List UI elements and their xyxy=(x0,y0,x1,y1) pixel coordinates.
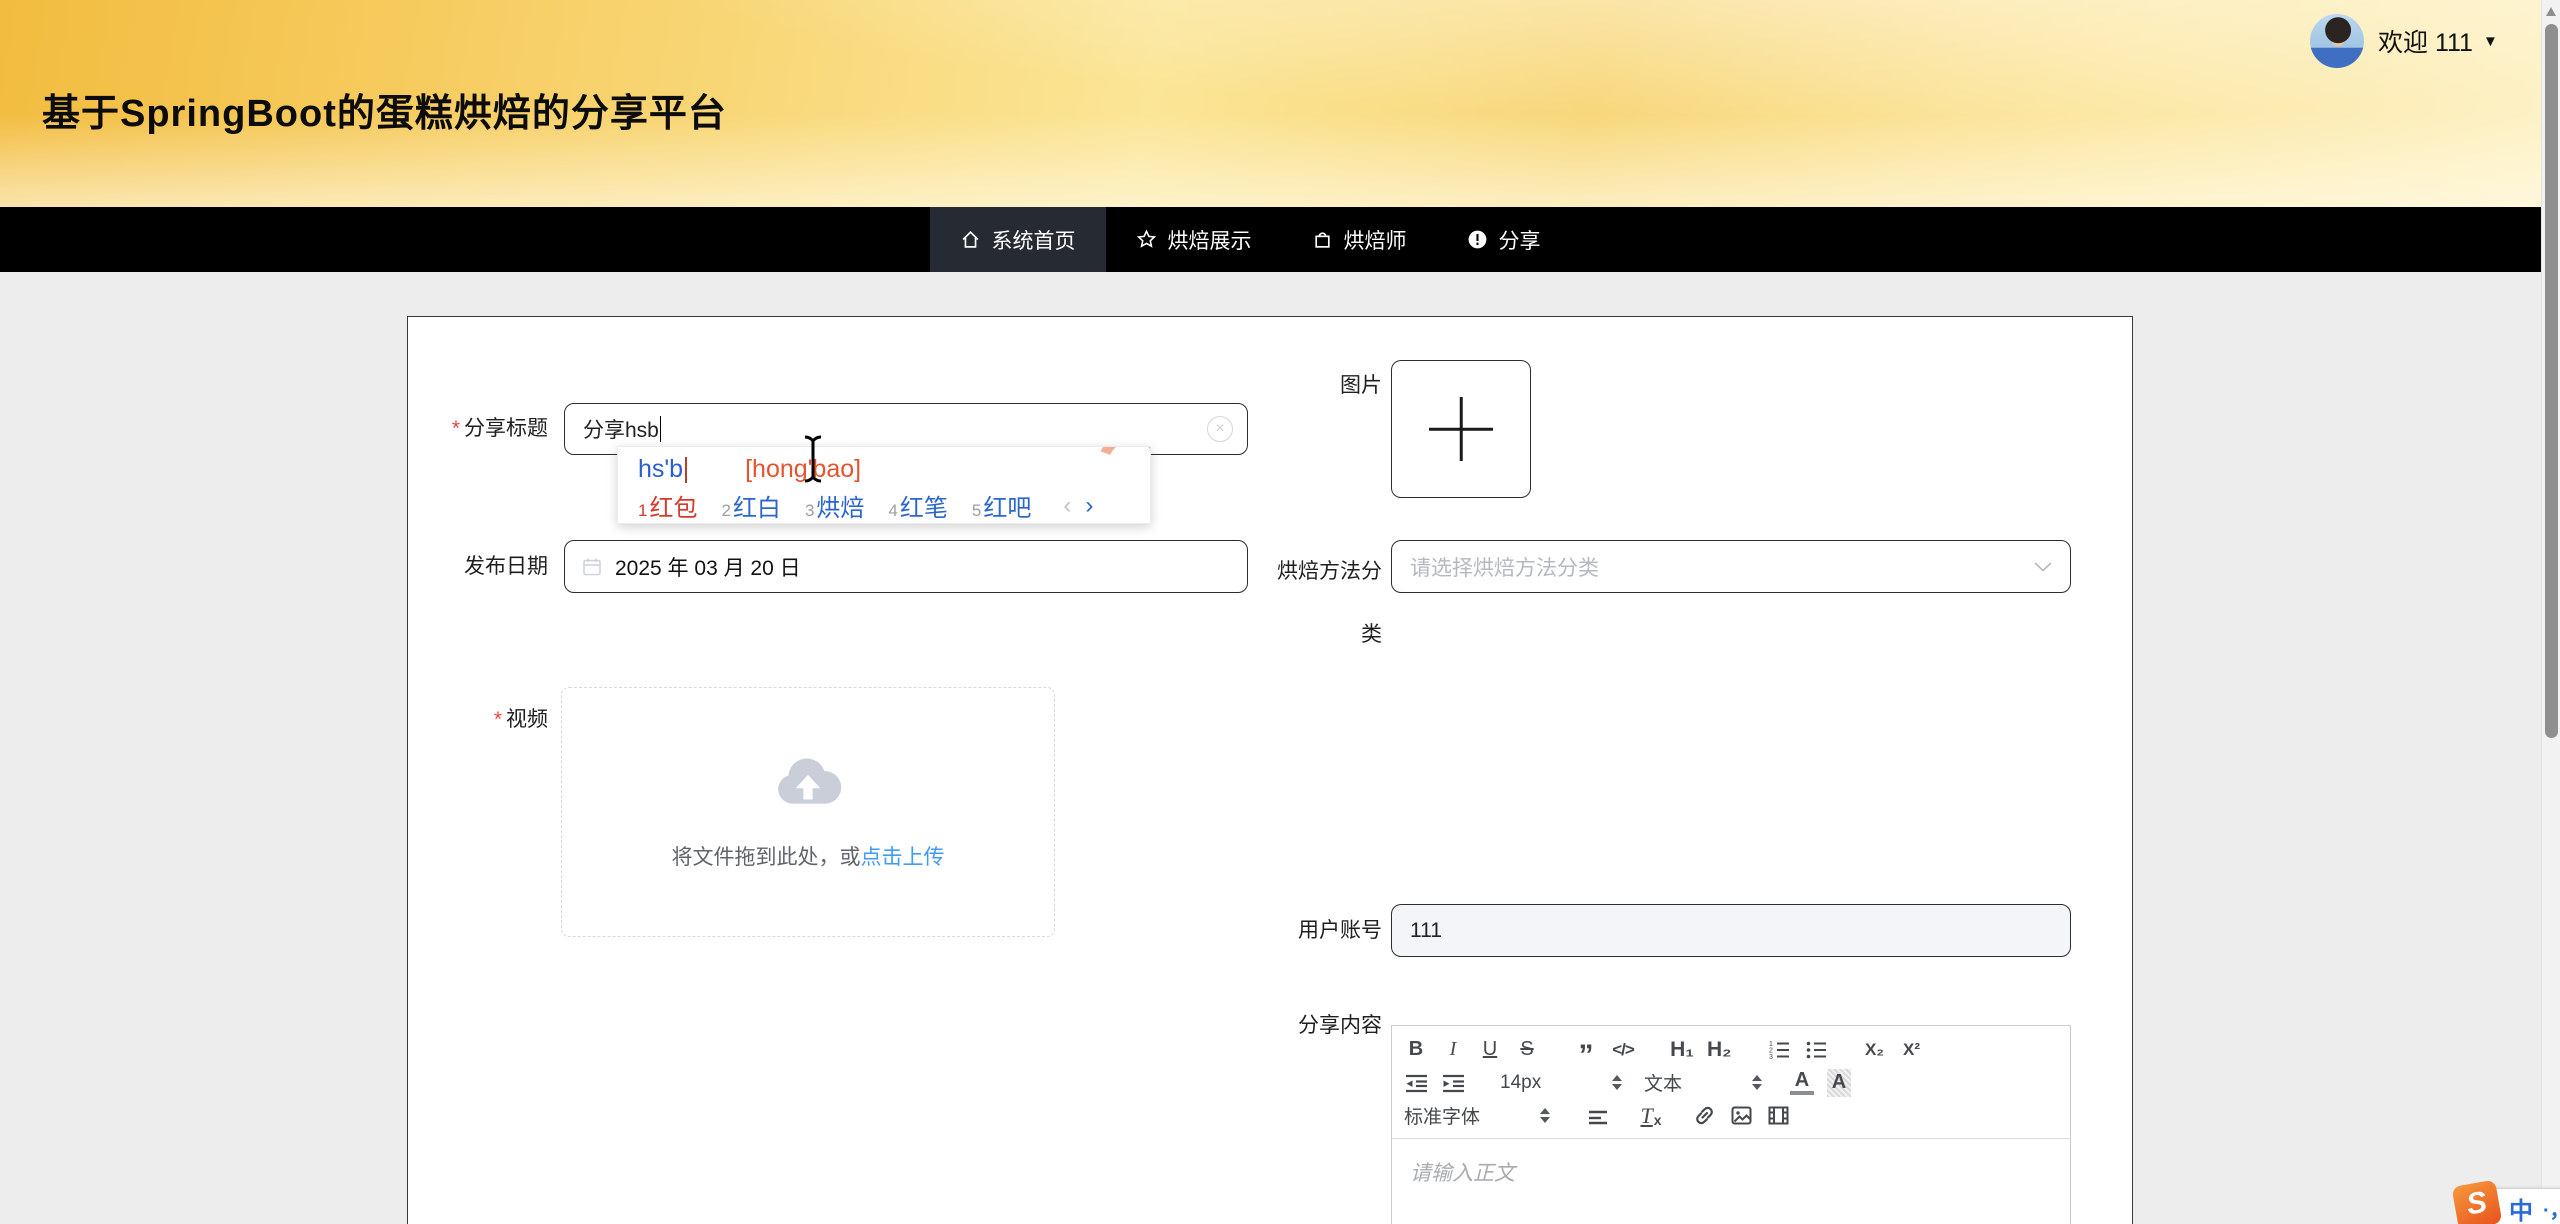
nav-item-bake-display[interactable]: 烘焙展示 xyxy=(1106,207,1282,272)
click-upload-link[interactable]: 点击上传 xyxy=(861,846,945,869)
nav-item-baker[interactable]: 烘焙师 xyxy=(1282,207,1437,272)
nav-item-label: 系统首页 xyxy=(992,225,1076,255)
page-title: 基于SpringBoot的蛋糕烘焙的分享平台 xyxy=(42,82,727,137)
link-icon[interactable] xyxy=(1692,1102,1716,1130)
account-value: 111 xyxy=(1392,919,1442,943)
outdent-button[interactable] xyxy=(1404,1069,1428,1097)
bullet-list-button[interactable] xyxy=(1804,1036,1828,1064)
nav-item-share[interactable]: 分享 xyxy=(1437,207,1571,272)
upload-cloud-icon xyxy=(772,750,844,810)
font-size-dropdown[interactable]: 14px xyxy=(1500,1072,1622,1094)
nav-item-label: 分享 xyxy=(1499,225,1541,255)
header-banner: 基于SpringBoot的蛋糕烘焙的分享平台 欢迎 111 ▼ xyxy=(0,0,2560,207)
ime-status-bar[interactable]: S 中 ·， xyxy=(2462,1188,2560,1224)
blockquote-button[interactable]: ” xyxy=(1574,1036,1598,1064)
ime-lang-indicator[interactable]: 中 xyxy=(2509,1191,2533,1224)
required-mark: * xyxy=(494,708,502,731)
updown-arrows-icon xyxy=(1752,1075,1762,1090)
text-caret xyxy=(660,416,662,442)
image-label: 图片 xyxy=(1242,364,1382,408)
nav-items: 系统首页 烘焙展示 烘焙师 xyxy=(930,207,1571,272)
share-title-value: 分享hsb xyxy=(565,414,659,444)
ime-next-page[interactable]: › xyxy=(1085,492,1093,520)
ime-candidate[interactable]: 5红吧 xyxy=(972,488,1031,523)
plus-icon xyxy=(1460,397,1463,461)
account-label: 用户账号 xyxy=(1242,904,1382,957)
image-upload-box[interactable] xyxy=(1391,360,1531,498)
ime-punct-indicator[interactable]: ·， xyxy=(2543,1194,2560,1223)
nav-item-home[interactable]: 系统首页 xyxy=(930,207,1106,272)
main-nav: 系统首页 烘焙展示 烘焙师 xyxy=(0,207,2560,272)
editor-content-area[interactable]: 请输入正文 xyxy=(1392,1139,2070,1205)
bake-method-placeholder: 请选择烘焙方法分类 xyxy=(1392,552,1599,582)
clear-format-button[interactable]: Tx xyxy=(1639,1102,1663,1130)
publish-date-label: 发布日期 xyxy=(408,540,548,593)
insert-image-icon[interactable] xyxy=(1729,1102,1753,1130)
chevron-down-icon: ▼ xyxy=(2483,33,2498,50)
rich-text-editor: B I U S ” </> H₁ H₂ 123 xyxy=(1391,1025,2071,1224)
updown-arrows-icon xyxy=(1540,1108,1550,1123)
bg-color-button[interactable]: A xyxy=(1827,1069,1851,1097)
strikethrough-button[interactable]: S xyxy=(1515,1036,1539,1064)
welcome-text: 欢迎 111 xyxy=(2378,23,2473,59)
home-icon xyxy=(960,229,981,250)
heading1-button[interactable]: H₁ xyxy=(1670,1036,1694,1064)
chevron-down-icon xyxy=(2034,562,2052,572)
star-icon xyxy=(1136,229,1157,250)
scrollbar-thumb[interactable] xyxy=(2545,24,2558,738)
bake-method-label: 烘焙方法分类 xyxy=(1272,540,1382,666)
content-label: 分享内容 xyxy=(1242,1014,1382,1038)
nav-item-label: 烘焙师 xyxy=(1344,225,1407,255)
bold-button[interactable]: B xyxy=(1404,1036,1428,1064)
scroll-up-arrow-icon[interactable] xyxy=(2546,7,2556,16)
publish-date-input[interactable]: 2025 年 03 月 20 日 xyxy=(564,540,1248,593)
heading2-button[interactable]: H₂ xyxy=(1707,1036,1732,1064)
calendar-icon xyxy=(581,556,603,578)
info-icon xyxy=(1467,229,1488,250)
ime-prev-page[interactable]: ‹ xyxy=(1063,492,1071,520)
text-cursor xyxy=(800,434,826,484)
sogou-logo-icon: S xyxy=(2452,1180,2503,1224)
insert-video-icon[interactable] xyxy=(1766,1102,1790,1130)
ime-candidate[interactable]: 1红包 xyxy=(638,488,697,523)
video-label: *视频 xyxy=(408,708,548,732)
code-button[interactable]: </> xyxy=(1611,1036,1635,1064)
ime-candidate[interactable]: 3烘焙 xyxy=(805,488,864,523)
editor-toolbar: B I U S ” </> H₁ H₂ 123 xyxy=(1392,1026,2070,1138)
account-input[interactable]: 111 xyxy=(1391,904,2071,957)
ime-candidate[interactable]: 4红笔 xyxy=(888,488,947,523)
clear-input-icon[interactable]: × xyxy=(1207,416,1233,442)
required-mark: * xyxy=(452,417,460,440)
publish-date-value: 2025 年 03 月 20 日 xyxy=(603,552,801,582)
user-menu[interactable]: 欢迎 111 ▼ xyxy=(2310,14,2498,68)
ime-composition: hs'b xyxy=(638,455,683,484)
text-color-button[interactable]: A xyxy=(1790,1071,1814,1095)
subscript-button[interactable]: X₂ xyxy=(1863,1036,1887,1064)
align-button[interactable] xyxy=(1586,1102,1610,1130)
bake-method-select[interactable]: 请选择烘焙方法分类 xyxy=(1391,540,2071,593)
ime-candidate-popup: hs'b [hong'bao] 1红包 2红白 3烘焙 4红笔 5红吧 ‹ › xyxy=(617,446,1151,524)
vertical-scrollbar[interactable] xyxy=(2541,0,2560,1224)
italic-button[interactable]: I xyxy=(1441,1036,1465,1064)
svg-text:3: 3 xyxy=(1769,1054,1773,1061)
video-upload-dropzone[interactable]: 将文件拖到此处，或点击上传 xyxy=(561,687,1055,937)
avatar[interactable] xyxy=(2310,14,2364,68)
superscript-button[interactable]: X² xyxy=(1900,1036,1924,1064)
share-title-label: *分享标题 xyxy=(408,403,548,455)
nav-item-label: 烘焙展示 xyxy=(1168,225,1252,255)
format-dropdown[interactable]: 文本 xyxy=(1644,1069,1762,1096)
ime-candidate[interactable]: 2红白 xyxy=(721,488,780,523)
bag-icon xyxy=(1312,229,1333,250)
upload-tip: 将文件拖到此处，或点击上传 xyxy=(562,841,1054,871)
font-family-dropdown[interactable]: 标准字体 xyxy=(1404,1102,1550,1129)
ime-caret xyxy=(685,457,687,483)
updown-arrows-icon xyxy=(1612,1075,1622,1090)
underline-button[interactable]: U xyxy=(1478,1036,1502,1064)
ordered-list-button[interactable]: 123 xyxy=(1767,1036,1791,1064)
indent-button[interactable] xyxy=(1441,1069,1465,1097)
